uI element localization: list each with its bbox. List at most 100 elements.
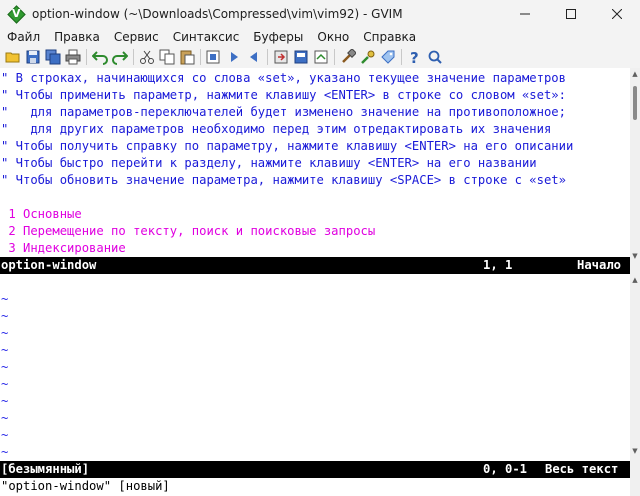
- menu-help[interactable]: Справка: [356, 30, 423, 44]
- run-script-icon: [314, 50, 328, 64]
- find-replace-button[interactable]: [204, 47, 224, 67]
- status-cursor-position: 1, 1: [483, 258, 513, 272]
- tag-jump-icon: [381, 50, 395, 64]
- load-session-icon: [274, 50, 288, 64]
- save-all-button[interactable]: [43, 47, 63, 67]
- toolbar-separator: [401, 49, 402, 65]
- menu-tools[interactable]: Сервис: [107, 30, 166, 44]
- help-line: " В строках, начинающихся со слова «set»…: [1, 71, 566, 85]
- menu-file[interactable]: Файл: [0, 30, 47, 44]
- find-prev-icon: [250, 52, 257, 62]
- help-line: " для параметров-переключателей будет из…: [1, 105, 566, 119]
- find-next-icon: [231, 52, 238, 62]
- status-line-bottom[interactable]: [безымянный] 0, 0-1 Весь текст: [0, 461, 630, 478]
- close-icon: [612, 9, 622, 19]
- save-session-icon: [294, 50, 308, 64]
- empty-line-tilde: ~: [1, 326, 9, 340]
- toolbar: ?: [0, 46, 640, 68]
- save-session-button[interactable]: [291, 47, 311, 67]
- empty-line-tilde: ~: [1, 292, 9, 306]
- close-button[interactable]: [594, 0, 640, 28]
- redo-icon: [112, 51, 128, 65]
- undo-button[interactable]: [90, 47, 110, 67]
- toolbar-separator: [334, 49, 335, 65]
- status-cursor-position: 0, 0-1: [483, 462, 528, 476]
- minimize-button[interactable]: [502, 0, 548, 28]
- menu-syntax[interactable]: Синтаксис: [166, 30, 247, 44]
- copy-icon: [159, 49, 175, 65]
- toolbar-separator: [267, 49, 268, 65]
- print-icon: [65, 49, 81, 65]
- tag-jump-button[interactable]: [378, 47, 398, 67]
- help-icon: ?: [410, 49, 419, 65]
- cut-icon: [140, 50, 154, 64]
- status-buffer-name: [безымянный]: [1, 462, 90, 476]
- open-button[interactable]: [3, 47, 23, 67]
- scroll-up-icon[interactable]: ▲: [631, 70, 639, 78]
- run-ctags-icon: [361, 50, 375, 64]
- find-replace-icon: [206, 50, 220, 64]
- save-button[interactable]: [23, 47, 43, 67]
- save-icon: [26, 50, 40, 64]
- cut-button[interactable]: [137, 47, 157, 67]
- toolbar-separator: [200, 49, 201, 65]
- menu-buffers[interactable]: Буферы: [246, 30, 310, 44]
- maximize-icon: [566, 9, 576, 19]
- open-icon: [5, 52, 20, 63]
- section-link-1[interactable]: 1 Основные: [1, 206, 81, 223]
- scrollbar-thumb[interactable]: [633, 86, 637, 120]
- svg-text:?: ?: [410, 49, 419, 65]
- find-help-button[interactable]: [425, 47, 445, 67]
- run-script-button[interactable]: [311, 47, 331, 67]
- empty-line-tilde: ~: [1, 360, 9, 374]
- paste-button[interactable]: [177, 47, 197, 67]
- status-scroll-position: Начало: [577, 258, 622, 272]
- help-line: " для других параметров необходимо перед…: [1, 122, 552, 136]
- empty-line-tilde: ~: [1, 445, 9, 459]
- make-button[interactable]: [338, 47, 358, 67]
- help-line: " Чтобы быстро перейти к разделу, нажмит…: [1, 156, 537, 170]
- toolbar-separator: [133, 49, 134, 65]
- save-all-icon: [45, 49, 61, 65]
- window-title: option-window (~\Downloads\Compressed\vi…: [32, 7, 403, 21]
- editor-area[interactable]: " В строках, начинающихся со слова «set»…: [0, 68, 630, 496]
- menu-bar: Файл Правка Сервис Синтаксис Буферы Окно…: [0, 28, 640, 46]
- minimize-icon: [520, 13, 530, 15]
- help-line: " Чтобы обновить значение параметра, наж…: [1, 173, 566, 187]
- empty-line-tilde: ~: [1, 343, 9, 357]
- empty-line-tilde: ~: [1, 411, 9, 425]
- status-scroll-position: Весь текст: [545, 462, 619, 476]
- scroll-down-icon[interactable]: ▼: [631, 447, 639, 455]
- find-next-button[interactable]: [224, 47, 244, 67]
- status-line-top[interactable]: option-window 1, 1 Начало: [0, 257, 630, 274]
- toolbar-separator: [86, 49, 87, 65]
- find-prev-button[interactable]: [244, 47, 264, 67]
- scroll-down-icon[interactable]: ▼: [631, 252, 639, 260]
- help-button[interactable]: ?: [405, 47, 425, 67]
- make-icon: [342, 49, 356, 63]
- menu-edit[interactable]: Правка: [47, 30, 107, 44]
- load-session-button[interactable]: [271, 47, 291, 67]
- section-link-2[interactable]: 2 Перемещение по тексту, поиск и поисков…: [1, 223, 375, 240]
- find-help-icon: [428, 50, 442, 64]
- paste-icon: [180, 50, 195, 65]
- redo-button[interactable]: [110, 47, 130, 67]
- status-buffer-name: option-window: [1, 258, 97, 272]
- menu-window[interactable]: Окно: [310, 30, 356, 44]
- run-ctags-button[interactable]: [358, 47, 378, 67]
- help-line: " Чтобы получить справку по параметру, н…: [1, 139, 574, 153]
- print-button[interactable]: [63, 47, 83, 67]
- gvim-app-icon[interactable]: V: [7, 5, 26, 24]
- scroll-up-icon[interactable]: ▲: [631, 276, 639, 284]
- help-line: " Чтобы применить параметр, нажмите клав…: [1, 88, 566, 102]
- empty-line-tilde: ~: [1, 309, 9, 323]
- maximize-button[interactable]: [548, 0, 594, 28]
- empty-line-tilde: ~: [1, 377, 9, 391]
- empty-line-tilde: ~: [1, 394, 9, 408]
- undo-icon: [92, 51, 108, 65]
- section-link-3[interactable]: 3 Индексирование: [1, 240, 125, 257]
- empty-line-tilde: ~: [1, 428, 9, 442]
- copy-button[interactable]: [157, 47, 177, 67]
- command-line[interactable]: "option-window" [новый]: [1, 478, 170, 495]
- title-bar: V option-window (~\Downloads\Compressed\…: [0, 0, 640, 28]
